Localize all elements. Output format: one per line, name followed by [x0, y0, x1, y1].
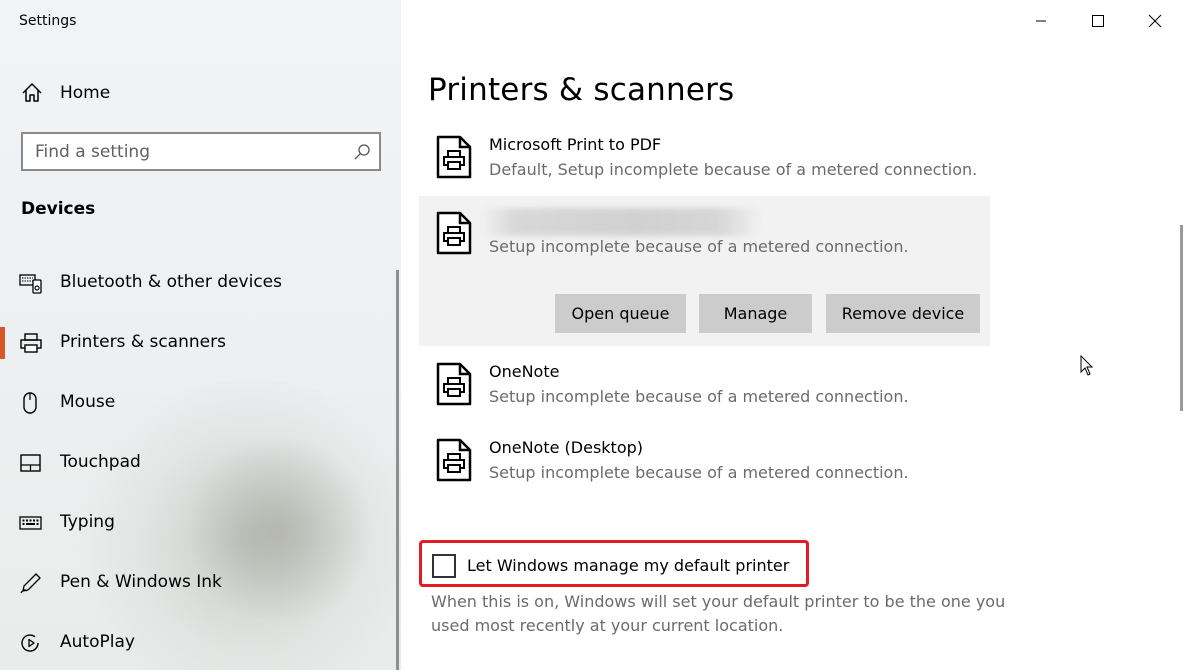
default-printer-help-text: When this is on, Windows will set your d… — [431, 592, 1006, 635]
autoplay-icon — [21, 634, 39, 652]
sidebar-item-label: Touchpad — [60, 452, 141, 472]
bluetooth-devices-icon — [19, 274, 42, 294]
sidebar: Settings Home Devices Bluetooth & other … — [0, 0, 401, 670]
sidebar-item-printers[interactable]: Printers & scanners — [0, 323, 396, 363]
minimize-icon — [1036, 20, 1046, 22]
sidebar-item-touchpad[interactable]: Touchpad — [0, 443, 396, 483]
keyboard-icon — [19, 516, 42, 530]
sidebar-item-label: Typing — [60, 512, 115, 532]
printer-device-icon — [436, 211, 472, 255]
printer-name: Microsoft Print to PDF — [489, 135, 662, 154]
printer-item[interactable]: OneNote (Desktop) Setup incomplete becau… — [421, 433, 991, 493]
search-input[interactable] — [35, 141, 335, 163]
sidebar-item-bluetooth[interactable]: Bluetooth & other devices — [0, 263, 396, 303]
home-label: Home — [60, 83, 111, 103]
sidebar-item-label: Printers & scanners — [60, 332, 226, 352]
open-queue-button[interactable]: Open queue — [555, 294, 686, 333]
sidebar-item-label: Pen & Windows Ink — [60, 572, 222, 592]
touchpad-icon — [20, 454, 41, 472]
sidebar-item-label: Bluetooth & other devices — [60, 272, 282, 292]
printer-device-icon — [436, 135, 472, 179]
printer-status: Default, Setup incomplete because of a m… — [489, 160, 978, 179]
default-printer-checkbox-row[interactable]: Let Windows manage my default printer — [419, 540, 809, 587]
printer-status: Setup incomplete because of a metered co… — [489, 387, 909, 406]
home-icon — [22, 83, 42, 102]
main-scrollbar[interactable] — [1180, 225, 1183, 411]
printer-item-selected[interactable]: Setup incomplete because of a metered co… — [419, 196, 990, 346]
printer-item[interactable]: OneNote Setup incomplete because of a me… — [421, 357, 991, 417]
pen-icon — [20, 573, 41, 594]
page-title: Printers & scanners — [428, 72, 735, 108]
sidebar-item-label: Mouse — [60, 392, 116, 412]
remove-device-button[interactable]: Remove device — [826, 294, 980, 333]
manage-button[interactable]: Manage — [699, 294, 812, 333]
mouse-cursor-icon — [1080, 355, 1094, 376]
maximize-icon — [1092, 15, 1104, 27]
printer-device-icon — [436, 362, 472, 406]
sidebar-scrollbar[interactable] — [396, 270, 399, 670]
sidebar-item-label: AutoPlay — [60, 632, 135, 652]
mouse-icon — [23, 392, 37, 414]
section-title: Devices — [21, 199, 96, 219]
default-printer-checkbox[interactable] — [432, 554, 456, 578]
search-box[interactable] — [21, 132, 381, 171]
printer-name: OneNote (Desktop) — [489, 438, 644, 457]
minimize-button[interactable] — [1021, 8, 1061, 34]
main-content: Printers & scanners Microsoft Print to P… — [401, 0, 1185, 670]
close-icon — [1148, 14, 1162, 28]
printer-icon — [20, 333, 42, 353]
search-icon[interactable] — [353, 143, 371, 161]
printer-name: OneNote — [489, 362, 560, 381]
printer-device-icon — [436, 438, 472, 482]
sidebar-item-mouse[interactable]: Mouse — [0, 383, 396, 423]
printer-status: Setup incomplete because of a metered co… — [489, 237, 909, 256]
sidebar-item-pen[interactable]: Pen & Windows Ink — [0, 563, 396, 603]
printer-status: Setup incomplete because of a metered co… — [489, 463, 909, 482]
close-button[interactable] — [1135, 8, 1175, 34]
sidebar-item-typing[interactable]: Typing — [0, 503, 396, 543]
printer-name-redacted — [481, 208, 761, 236]
printer-item[interactable]: Microsoft Print to PDF Default, Setup in… — [421, 130, 991, 190]
home-nav-item[interactable]: Home — [18, 80, 378, 106]
window-title: Settings — [19, 13, 77, 29]
maximize-button[interactable] — [1078, 8, 1118, 34]
sidebar-item-autoplay[interactable]: AutoPlay — [0, 623, 396, 663]
default-printer-label: Let Windows manage my default printer — [467, 556, 790, 575]
